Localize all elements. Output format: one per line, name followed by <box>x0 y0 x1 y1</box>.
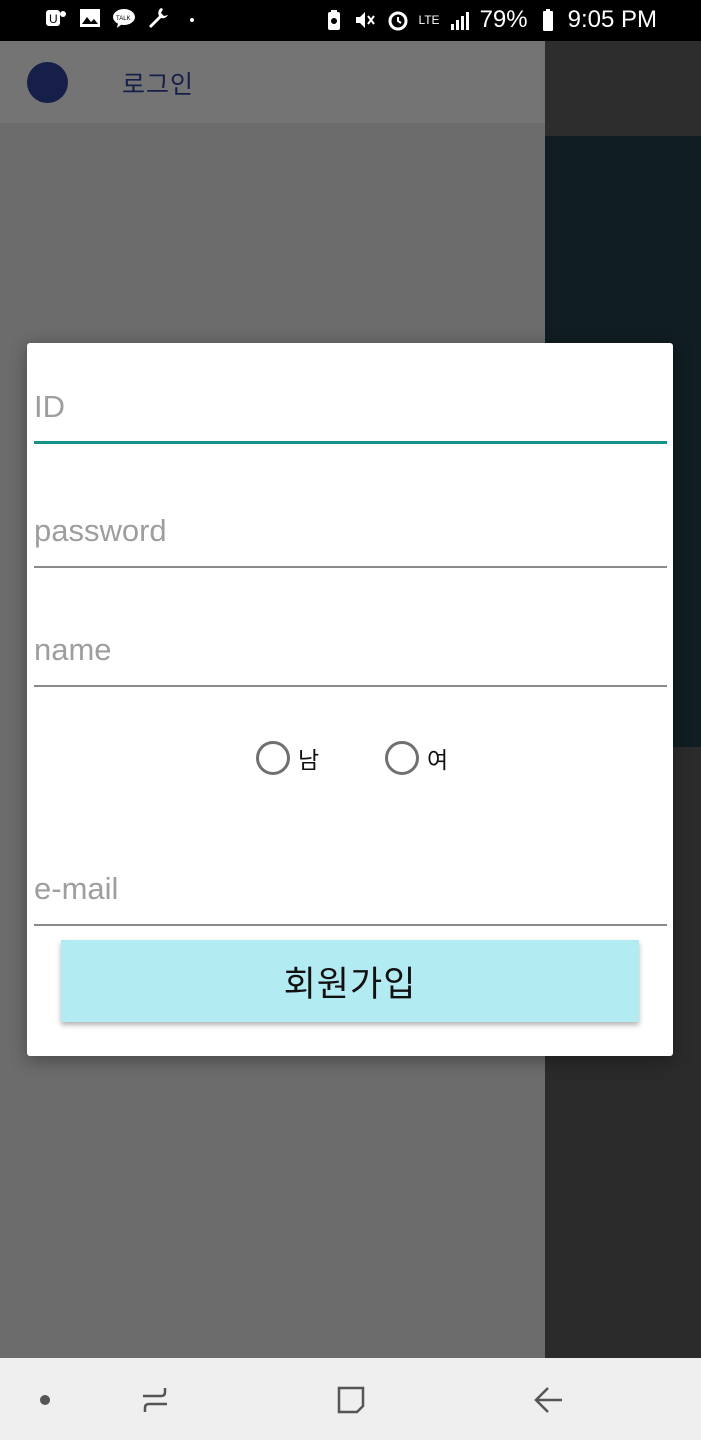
gallery-icon <box>78 6 102 30</box>
radio-circle-icon[interactable] <box>256 741 290 775</box>
lte-icon: LTE <box>418 13 440 27</box>
svg-text:U: U <box>49 12 58 26</box>
id-underline <box>34 441 667 444</box>
mute-icon <box>354 8 378 32</box>
signup-button[interactable]: 회원가입 <box>61 940 639 1022</box>
back-icon[interactable] <box>528 1380 568 1420</box>
id-field <box>34 374 667 444</box>
password-underline <box>34 566 667 568</box>
name-underline <box>34 685 667 687</box>
name-field <box>34 617 667 687</box>
gender-radio-group: 남 여 <box>27 741 673 783</box>
gender-male-label: 남 <box>298 747 320 773</box>
battery-icon <box>536 8 560 32</box>
battery-saver-icon <box>322 8 346 32</box>
clock: 9:05 PM <box>567 6 657 33</box>
email-underline <box>34 924 667 926</box>
signal-icon <box>448 8 472 32</box>
id-input[interactable] <box>34 374 667 440</box>
gender-female-label: 여 <box>427 747 449 773</box>
dot-icon[interactable] <box>25 1380 65 1420</box>
alarm-icon <box>386 8 410 32</box>
email-field <box>34 856 667 926</box>
u-plus-icon: U <box>44 6 68 30</box>
wrench-icon <box>146 6 170 30</box>
home-icon[interactable] <box>331 1380 371 1420</box>
recents-icon[interactable] <box>135 1380 175 1420</box>
name-input[interactable] <box>34 617 667 683</box>
dot-icon <box>180 6 204 30</box>
password-field <box>34 498 667 568</box>
signup-dialog: 남 여 회원가입 <box>27 343 673 1056</box>
kakaotalk-icon: TALK <box>112 6 136 30</box>
battery-percent: 79% <box>479 6 528 33</box>
gender-female-radio[interactable]: 여 <box>385 741 448 775</box>
system-nav-bar <box>0 1358 701 1440</box>
status-left-icons: U TALK <box>44 6 204 30</box>
status-right-icons: LTE 79% 9:05 PM <box>322 6 657 34</box>
gender-male-radio[interactable]: 남 <box>256 741 319 775</box>
status-bar: U TALK LTE 79% 9:05 PM <box>0 0 701 41</box>
password-input[interactable] <box>34 498 667 564</box>
radio-circle-icon[interactable] <box>385 741 419 775</box>
email-input[interactable] <box>34 856 667 922</box>
svg-text:TALK: TALK <box>116 16 131 22</box>
